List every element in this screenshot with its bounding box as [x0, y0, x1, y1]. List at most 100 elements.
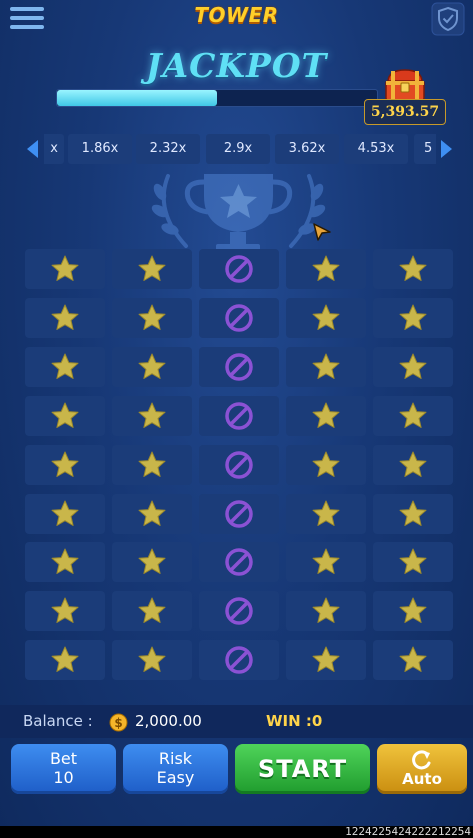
tower-cell[interactable]	[286, 494, 366, 534]
tower-cell[interactable]	[373, 396, 453, 436]
blocked-icon	[224, 547, 254, 577]
risk-button[interactable]: Risk Easy	[123, 744, 228, 794]
tower-cell[interactable]	[25, 298, 105, 338]
jackpot-progress-bar	[56, 89, 378, 107]
blocked-icon	[224, 303, 254, 333]
start-button[interactable]: START	[235, 744, 370, 794]
tower-cell[interactable]	[373, 249, 453, 289]
blocked-icon	[224, 645, 254, 675]
game-title: TOWER	[194, 3, 279, 27]
tower-cell[interactable]	[112, 249, 192, 289]
tower-cell[interactable]	[373, 494, 453, 534]
refresh-icon	[412, 750, 431, 770]
balance-value: 2,000.00	[135, 712, 202, 730]
tower-cell[interactable]	[199, 347, 279, 387]
tower-cell[interactable]	[286, 445, 366, 485]
tower-cell[interactable]	[199, 445, 279, 485]
trophy-icon	[146, 166, 331, 261]
tower-cell[interactable]	[25, 494, 105, 534]
star-icon	[137, 254, 167, 284]
tower-cell[interactable]	[25, 347, 105, 387]
shield-check-icon[interactable]	[431, 2, 465, 36]
tower-cell[interactable]	[25, 542, 105, 582]
mouse-cursor-icon	[312, 222, 334, 244]
star-icon	[50, 254, 80, 284]
tower-cell[interactable]	[373, 445, 453, 485]
svg-text:$: $	[114, 716, 122, 730]
blocked-icon	[224, 596, 254, 626]
bet-value: 10	[53, 768, 74, 787]
win-amount: WIN :0	[266, 712, 323, 730]
treasure-chest-icon	[382, 68, 428, 102]
bet-label: Bet	[49, 749, 78, 768]
star-icon	[311, 499, 341, 529]
tower-cell[interactable]	[373, 347, 453, 387]
star-icon	[137, 401, 167, 431]
tower-cell[interactable]	[199, 249, 279, 289]
tower-cell[interactable]	[199, 494, 279, 534]
tower-cell[interactable]	[373, 640, 453, 680]
tower-cell[interactable]	[373, 542, 453, 582]
tower-cell[interactable]	[286, 396, 366, 436]
star-icon	[50, 547, 80, 577]
star-icon	[311, 303, 341, 333]
tower-cell[interactable]	[25, 249, 105, 289]
top-bar: TOWER	[0, 0, 473, 40]
arrow-left-icon[interactable]	[24, 138, 40, 160]
tower-cell[interactable]	[112, 347, 192, 387]
tower-cell[interactable]	[25, 396, 105, 436]
star-icon	[50, 450, 80, 480]
tower-cell[interactable]	[286, 249, 366, 289]
arrow-right-icon[interactable]	[439, 138, 455, 160]
tower-cell[interactable]	[112, 494, 192, 534]
bet-button[interactable]: Bet 10	[11, 744, 116, 794]
start-label: START	[257, 755, 348, 783]
star-icon	[398, 645, 428, 675]
star-icon	[311, 450, 341, 480]
star-icon	[137, 499, 167, 529]
tower-cell[interactable]	[373, 591, 453, 631]
tower-cell[interactable]	[199, 640, 279, 680]
star-icon	[311, 254, 341, 284]
star-icon	[398, 401, 428, 431]
multiplier-partial-right: 5	[414, 134, 436, 164]
tower-cell[interactable]	[199, 396, 279, 436]
tower-cell[interactable]	[373, 298, 453, 338]
star-icon	[137, 645, 167, 675]
star-icon	[398, 450, 428, 480]
star-icon	[311, 401, 341, 431]
tower-cell[interactable]	[112, 591, 192, 631]
multiplier-item: 4.53x	[344, 134, 408, 164]
tower-cell[interactable]	[112, 640, 192, 680]
auto-label: Auto	[402, 770, 442, 788]
blocked-icon	[224, 450, 254, 480]
star-icon	[137, 303, 167, 333]
star-icon	[50, 303, 80, 333]
star-icon	[50, 499, 80, 529]
blocked-icon	[224, 401, 254, 431]
star-icon	[137, 547, 167, 577]
star-icon	[50, 352, 80, 382]
tower-cell[interactable]	[286, 347, 366, 387]
tower-cell[interactable]	[25, 640, 105, 680]
risk-value: Easy	[156, 768, 195, 787]
auto-button[interactable]: Auto	[377, 744, 467, 794]
tower-cell[interactable]	[25, 591, 105, 631]
tower-cell[interactable]	[199, 591, 279, 631]
tower-cell[interactable]	[286, 591, 366, 631]
tower-cell[interactable]	[112, 396, 192, 436]
jackpot-progress-fill	[57, 90, 217, 106]
star-icon	[311, 352, 341, 382]
tower-cell[interactable]	[199, 542, 279, 582]
tower-cell[interactable]	[286, 542, 366, 582]
tower-cell[interactable]	[199, 298, 279, 338]
tower-cell[interactable]	[112, 445, 192, 485]
star-icon	[398, 596, 428, 626]
tower-cell[interactable]	[112, 542, 192, 582]
footer-text: 1224225424222212254	[345, 826, 471, 838]
status-bar: Balance : $ 2,000.00 WIN :0	[0, 705, 473, 738]
tower-cell[interactable]	[112, 298, 192, 338]
tower-cell[interactable]	[286, 298, 366, 338]
tower-cell[interactable]	[286, 640, 366, 680]
tower-cell[interactable]	[25, 445, 105, 485]
